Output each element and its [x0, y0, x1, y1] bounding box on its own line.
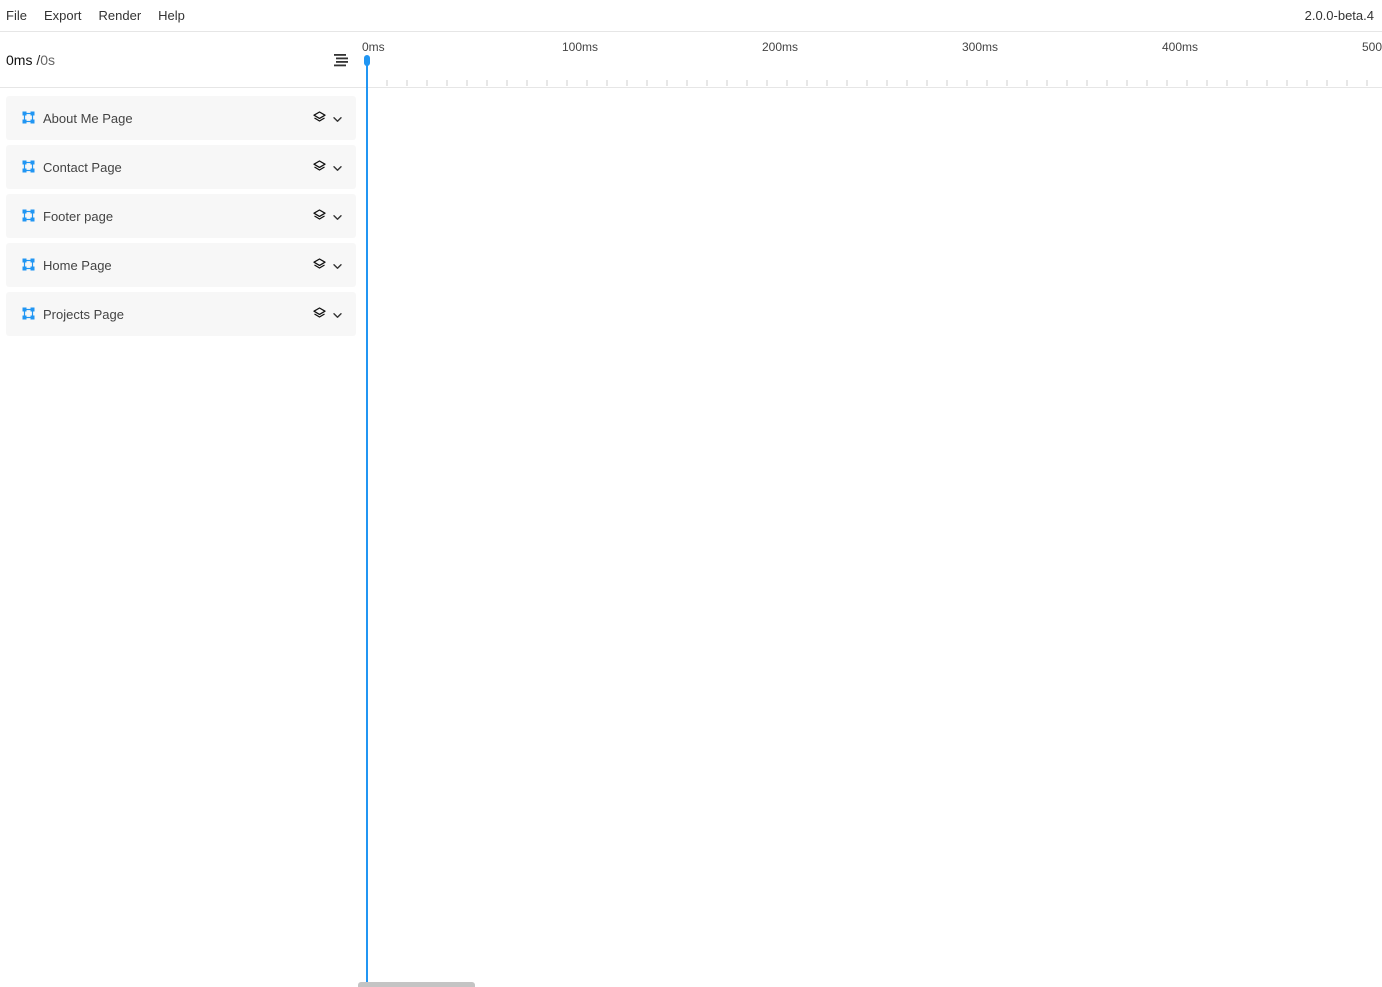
layer-list: About Me Page Contact Page Footer page H… [6, 96, 356, 341]
timeline-ruler[interactable]: 0ms 100ms 200ms 300ms 400ms 500ms [358, 32, 1382, 88]
ruler-graphic: 0ms 100ms 200ms 300ms 400ms 500ms [362, 40, 1382, 86]
ruler-label: 300ms [962, 40, 998, 54]
ruler-label: 200ms [762, 40, 798, 54]
ruler-label: 500ms [1362, 40, 1382, 54]
menu-render[interactable]: Render [99, 0, 142, 32]
timeline-scrollbar[interactable] [358, 982, 475, 987]
menu-help[interactable]: Help [158, 0, 185, 32]
time-header: 0ms /0s [0, 32, 358, 88]
layer-row[interactable]: About Me Page [6, 96, 356, 140]
layer-row[interactable]: Contact Page [6, 145, 356, 189]
version-label: 2.0.0-beta.4 [1304, 8, 1374, 23]
layers-icon[interactable] [313, 307, 326, 320]
ruler-label: 400ms [1162, 40, 1198, 54]
playhead-line[interactable] [366, 58, 368, 987]
chevron-down-icon[interactable] [332, 161, 343, 172]
layers-icon[interactable] [313, 209, 326, 222]
ruler-label: 100ms [562, 40, 598, 54]
ruler-label: 0ms [362, 40, 385, 54]
chevron-down-icon[interactable] [332, 259, 343, 270]
layer-row[interactable]: Home Page [6, 243, 356, 287]
layer-name: Footer page [43, 208, 114, 224]
layers-icon[interactable] [313, 160, 326, 173]
menu-items: File Export Render Help [0, 0, 202, 32]
current-time: 0ms [6, 52, 33, 68]
frame-icon [22, 111, 35, 124]
frame-icon [22, 258, 35, 271]
total-time: 0s [40, 52, 56, 68]
chevron-down-icon[interactable] [332, 210, 343, 221]
layer-name: Projects Page [43, 306, 124, 322]
chevron-down-icon[interactable] [332, 308, 343, 319]
frame-icon [22, 160, 35, 173]
layers-icon[interactable] [313, 111, 326, 124]
menu-export[interactable]: Export [44, 0, 82, 32]
playhead-handle[interactable] [364, 55, 370, 66]
chevron-down-icon[interactable] [332, 112, 343, 123]
list-align-icon[interactable] [333, 53, 349, 67]
frame-icon [22, 307, 35, 320]
layer-name: Contact Page [43, 159, 122, 175]
frame-icon [22, 209, 35, 222]
layer-row[interactable]: Projects Page [6, 292, 356, 336]
layers-icon[interactable] [313, 258, 326, 271]
layer-name: About Me Page [43, 110, 133, 126]
menu-bar: File Export Render Help 2.0.0-beta.4 [0, 0, 1382, 32]
layer-row[interactable]: Footer page [6, 194, 356, 238]
menu-file[interactable]: File [6, 0, 27, 32]
time-readout: 0ms /0s [6, 52, 55, 68]
layer-name: Home Page [43, 257, 112, 273]
